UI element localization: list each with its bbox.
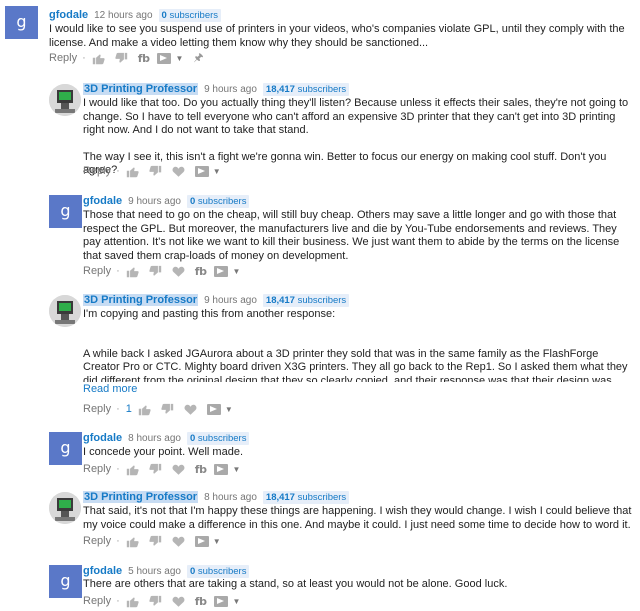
avatar[interactable]: g: [49, 195, 82, 228]
timestamp[interactable]: 9 hours ago: [128, 196, 181, 207]
reply-button[interactable]: Reply: [83, 535, 111, 547]
comment-body: Those that need to go on the cheap, will…: [83, 209, 620, 262]
comment-body: That said, it's not that I'm happy these…: [83, 505, 632, 531]
avatar[interactable]: [49, 84, 81, 116]
reply-button[interactable]: Reply: [83, 403, 111, 415]
timestamp[interactable]: 5 hours ago: [128, 566, 181, 577]
video-icon[interactable]: [214, 265, 229, 277]
subscriber-badge: 18,417 subscribers: [262, 83, 350, 96]
chevron-down-icon[interactable]: ▼: [213, 167, 221, 176]
reply-button[interactable]: Reply: [83, 463, 111, 475]
thumbs-down-icon[interactable]: [149, 265, 162, 278]
avatar[interactable]: [49, 492, 81, 524]
thumbs-down-icon[interactable]: [149, 535, 162, 548]
comment-actions: Reply · ▼: [83, 535, 221, 548]
comment-actions: Reply · fb ▼: [83, 462, 241, 476]
subscriber-badge: 18,417 subscribers: [262, 491, 350, 504]
comment-header: 3D Printing Professor 9 hours ago 18,417 s…: [83, 82, 350, 96]
pin-icon[interactable]: 🖈: [193, 49, 203, 68]
subscriber-badge: 18,417 subscribers: [262, 294, 350, 307]
video-icon[interactable]: [194, 165, 209, 177]
heart-icon[interactable]: [172, 165, 185, 178]
robot-avatar-icon: [49, 492, 81, 524]
comment-header: gfodale 9 hours ago 0 subscribers: [83, 194, 250, 208]
comment-body: I concede your point. Well made.: [83, 446, 243, 458]
subscriber-badge: 0 subscribers: [186, 195, 250, 208]
video-icon[interactable]: [206, 403, 221, 415]
reply-button[interactable]: Reply: [83, 165, 111, 177]
author-name[interactable]: 3D Printing Professor: [83, 294, 199, 306]
thumbs-up-icon[interactable]: [126, 165, 139, 178]
author-name[interactable]: gfodale: [83, 565, 122, 577]
avatar[interactable]: g: [49, 565, 82, 598]
comment-header: gfodale 8 hours ago 0 subscribers: [83, 431, 250, 445]
thumbs-up-icon[interactable]: [138, 403, 151, 416]
chevron-down-icon[interactable]: ▼: [232, 267, 240, 276]
comment-actions: Reply · 1 ▼: [83, 403, 233, 416]
timestamp[interactable]: 9 hours ago: [204, 295, 257, 306]
subscriber-badge: 0 subscribers: [158, 9, 222, 22]
subscriber-badge: 0 subscribers: [186, 565, 250, 578]
thumbs-down-icon[interactable]: [161, 403, 174, 416]
author-name[interactable]: 3D Printing Professor: [83, 491, 199, 503]
comment-header: gfodale 5 hours ago 0 subscribers: [83, 564, 250, 578]
comment-body: I'm copying and pasting this from anothe…: [83, 308, 628, 382]
heart-icon[interactable]: [172, 463, 185, 476]
timestamp[interactable]: 9 hours ago: [204, 84, 257, 95]
heart-icon[interactable]: [172, 535, 185, 548]
comment-actions: Reply · ▼: [83, 165, 221, 178]
reply-button[interactable]: Reply: [83, 265, 111, 277]
author-name[interactable]: 3D Printing Professor: [83, 83, 199, 95]
thumbs-down-icon[interactable]: [149, 165, 162, 178]
timestamp[interactable]: 12 hours ago: [94, 10, 152, 21]
thumbs-up-icon[interactable]: [126, 265, 139, 278]
timestamp[interactable]: 8 hours ago: [204, 492, 257, 503]
chevron-down-icon[interactable]: ▼: [232, 465, 240, 474]
thumbs-down-icon[interactable]: [149, 463, 162, 476]
comment-actions: Reply · fb ▼: [83, 594, 241, 608]
author-name[interactable]: gfodale: [83, 432, 122, 444]
facebook-icon[interactable]: fb: [195, 463, 207, 476]
robot-avatar-icon: [49, 295, 81, 327]
video-icon[interactable]: [157, 52, 172, 64]
comment-header: 3D Printing Professor 8 hours ago 18,417 s…: [83, 490, 350, 504]
avatar[interactable]: g: [5, 6, 38, 39]
like-count: 1: [125, 403, 132, 415]
thumbs-up-icon[interactable]: [126, 535, 139, 548]
reply-button[interactable]: Reply: [49, 52, 77, 64]
video-icon[interactable]: [214, 595, 229, 607]
video-icon[interactable]: [214, 463, 229, 475]
heart-icon[interactable]: [172, 595, 185, 608]
author-name[interactable]: gfodale: [83, 195, 122, 207]
facebook-icon[interactable]: fb: [195, 595, 207, 608]
subscriber-badge: 0 subscribers: [186, 432, 250, 445]
comment-actions: Reply · fb ▼: [83, 264, 241, 278]
chevron-down-icon[interactable]: ▼: [232, 597, 240, 606]
chevron-down-icon[interactable]: ▼: [225, 405, 233, 414]
facebook-icon[interactable]: fb: [138, 52, 150, 65]
comment-header: 3D Printing Professor 9 hours ago 18,417 s…: [83, 293, 350, 307]
heart-icon[interactable]: [184, 403, 197, 416]
comment-body: I would like to see you suspend use of p…: [49, 23, 625, 49]
read-more-link[interactable]: Read more: [83, 383, 137, 395]
thumbs-up-icon[interactable]: [126, 595, 139, 608]
thumbs-down-icon[interactable]: [115, 52, 128, 65]
author-name[interactable]: gfodale: [49, 9, 88, 21]
heart-icon[interactable]: [172, 265, 185, 278]
comment-header: gfodale 12 hours ago 0 subscribers: [49, 8, 222, 22]
timestamp[interactable]: 8 hours ago: [128, 433, 181, 444]
video-icon[interactable]: [194, 535, 209, 547]
robot-avatar-icon: [49, 84, 81, 116]
thumbs-down-icon[interactable]: [149, 595, 162, 608]
avatar[interactable]: g: [49, 432, 82, 465]
thumbs-up-icon[interactable]: [92, 52, 105, 65]
comment-actions: Reply · fb ▼ 🖈: [49, 51, 204, 65]
thumbs-up-icon[interactable]: [126, 463, 139, 476]
chevron-down-icon[interactable]: ▼: [213, 537, 221, 546]
chevron-down-icon[interactable]: ▼: [175, 54, 183, 63]
reply-button[interactable]: Reply: [83, 595, 111, 607]
avatar[interactable]: [49, 295, 81, 327]
comment-body: There are others that are taking a stand…: [83, 578, 508, 590]
facebook-icon[interactable]: fb: [195, 265, 207, 278]
